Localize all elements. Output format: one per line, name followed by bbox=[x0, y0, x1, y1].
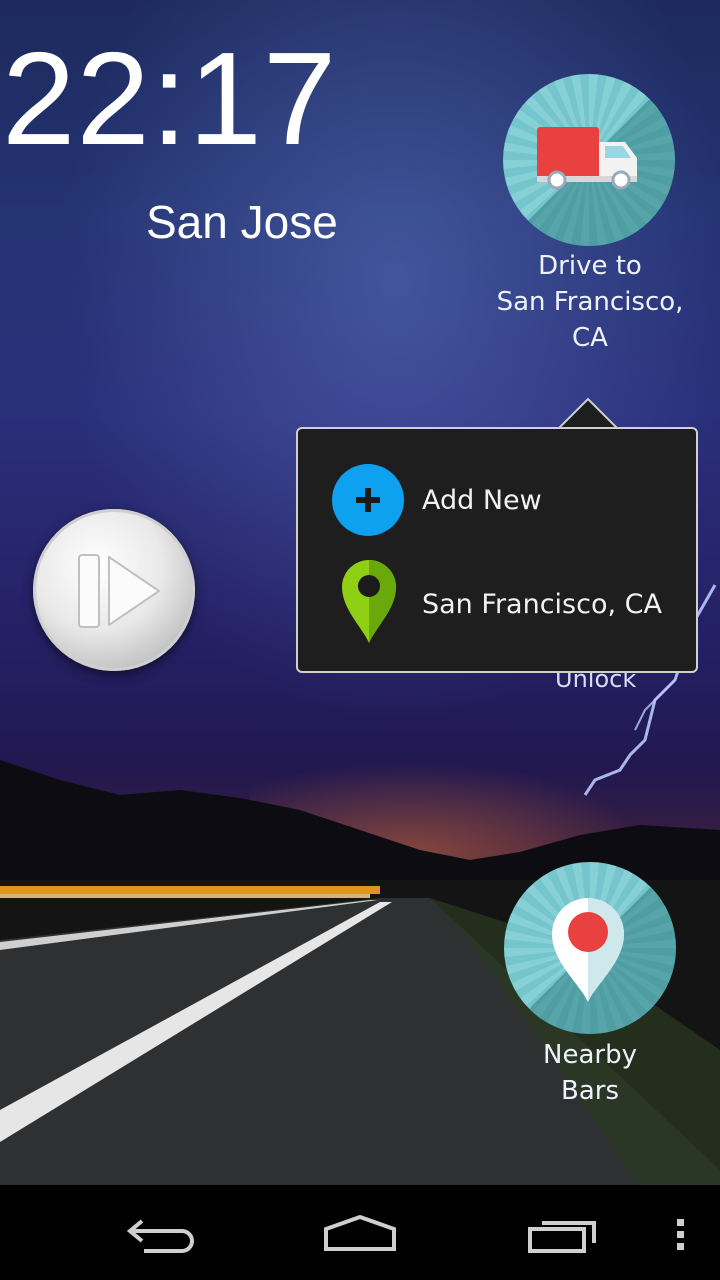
navigation-bar bbox=[0, 1185, 720, 1280]
home-icon[interactable] bbox=[322, 1213, 398, 1253]
menu-item-label: San Francisco, CA bbox=[422, 589, 662, 620]
add-circle-icon bbox=[332, 464, 404, 536]
recent-apps-icon[interactable] bbox=[526, 1215, 600, 1255]
nearby-bars-line1: Nearby bbox=[543, 1040, 637, 1070]
drive-to-label: Drive to San Francisco, CA bbox=[480, 248, 700, 356]
nearby-bars-line2: Bars bbox=[560, 1076, 619, 1106]
nearby-bars-button[interactable] bbox=[504, 862, 676, 1034]
nearby-bars-label: Nearby Bars bbox=[510, 1037, 670, 1109]
popup-arrow bbox=[558, 397, 618, 429]
back-icon[interactable] bbox=[124, 1213, 196, 1253]
overflow-menu-icon[interactable] bbox=[674, 1217, 688, 1253]
clock-city: San Jose bbox=[146, 196, 338, 248]
menu-item-label: Add New bbox=[422, 485, 542, 516]
drive-to-line2: San Francisco, CA bbox=[496, 287, 684, 353]
drive-to-line1: Drive to bbox=[538, 251, 642, 281]
play-pause-button[interactable] bbox=[33, 509, 195, 671]
location-pin-icon bbox=[342, 560, 396, 643]
clock-time: 22:17 bbox=[2, 25, 338, 172]
map-pin-icon bbox=[552, 898, 624, 1002]
destination-popup: Add New San Francisco, CA bbox=[296, 427, 698, 673]
menu-item-san-francisco[interactable]: San Francisco, CA bbox=[298, 557, 696, 653]
menu-item-add-new[interactable]: Add New bbox=[298, 453, 696, 549]
delivery-truck-icon bbox=[537, 127, 637, 190]
play-pause-icon bbox=[78, 554, 160, 628]
drive-to-button[interactable] bbox=[503, 74, 675, 246]
